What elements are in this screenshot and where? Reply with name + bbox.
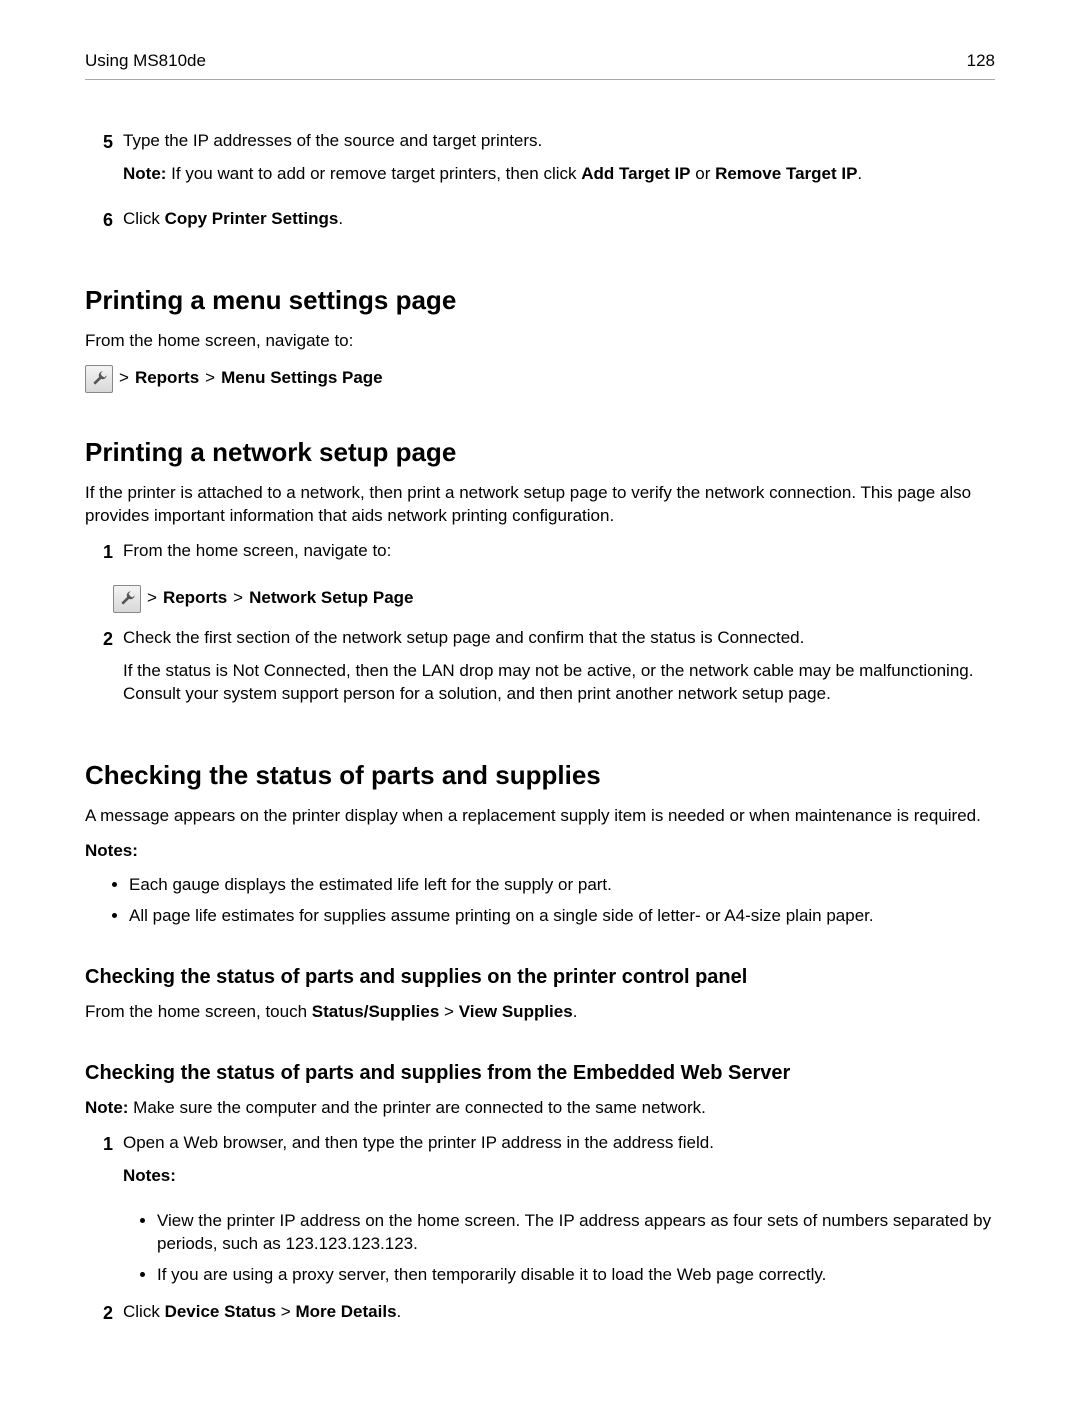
view-supplies-label: View Supplies (459, 1002, 573, 1021)
text-period: . (397, 1302, 402, 1321)
net-step-1: 1 From the home screen, navigate to: (85, 540, 995, 573)
ews-step-1: 1 Open a Web browser, and then type the … (85, 1132, 995, 1198)
path-sep: > (119, 367, 129, 390)
path-reports: Reports (135, 367, 199, 390)
notes-label: Notes: (85, 840, 995, 863)
text-period: . (573, 1002, 578, 1021)
step-body: Click Device Status > More Details. (123, 1301, 995, 1334)
step-number: 5 (85, 130, 123, 196)
page-content: 5 Type the IP addresses of the source an… (85, 80, 995, 1334)
intro-text: From the home screen, navigate to: (85, 330, 995, 353)
path-network-setup-page: Network Setup Page (249, 587, 413, 610)
step-text-line1: Check the first section of the network s… (123, 627, 995, 650)
step-text: Click Copy Printer Settings. (123, 208, 995, 231)
page-header: Using MS810de 128 (85, 50, 995, 80)
list-item: All page life estimates for supplies ass… (129, 905, 995, 928)
step-text: Click Device Status > More Details. (123, 1301, 995, 1324)
step-note: Note: If you want to add or remove targe… (123, 163, 995, 186)
note-text-2: or (691, 164, 716, 183)
remove-target-ip-label: Remove Target IP (715, 164, 857, 183)
note-text-3: . (857, 164, 862, 183)
step-number: 2 (85, 1301, 123, 1334)
note-text-1: If you want to add or remove target prin… (166, 164, 581, 183)
text-pre: From the home screen, touch (85, 1002, 312, 1021)
notes-list: View the printer IP address on the home … (85, 1210, 995, 1287)
step-number: 6 (85, 208, 123, 241)
heading-printing-network-setup: Printing a network setup page (85, 435, 995, 470)
notes-label: Notes: (123, 1165, 995, 1188)
note-text: Make sure the computer and the printer a… (128, 1098, 705, 1117)
add-target-ip-label: Add Target IP (581, 164, 690, 183)
list-item: View the printer IP address on the home … (157, 1210, 995, 1256)
note-label: Note: (85, 1098, 128, 1117)
step-number: 1 (85, 1132, 123, 1198)
intro-text: A message appears on the printer display… (85, 805, 995, 828)
list-item: Each gauge displays the estimated life l… (129, 874, 995, 897)
wrench-icon (113, 585, 141, 613)
path-menu-settings-page: Menu Settings Page (221, 367, 383, 390)
step-text-line2: If the status is Not Connected, then the… (123, 660, 995, 706)
heading-checking-status: Checking the status of parts and supplie… (85, 758, 995, 793)
step-number: 1 (85, 540, 123, 573)
step-5: 5 Type the IP addresses of the source an… (85, 130, 995, 196)
text-click: Click (123, 209, 165, 228)
more-details-label: More Details (295, 1302, 396, 1321)
ews-step-2: 2 Click Device Status > More Details. (85, 1301, 995, 1334)
step-text: Open a Web browser, and then type the pr… (123, 1132, 995, 1155)
panel-text: From the home screen, touch Status/Suppl… (85, 1001, 995, 1024)
path-sep: > (205, 367, 215, 390)
heading-checking-status-control-panel: Checking the status of parts and supplie… (85, 964, 995, 991)
text-period: . (338, 209, 343, 228)
page: Using MS810de 128 5 Type the IP addresse… (0, 0, 1080, 1406)
header-page-number: 128 (967, 50, 995, 73)
status-supplies-label: Status/Supplies (312, 1002, 440, 1021)
path-reports: Reports (163, 587, 227, 610)
intro-text: If the printer is attached to a network,… (85, 482, 995, 528)
step-body: Open a Web browser, and then type the pr… (123, 1132, 995, 1198)
path-sep: > (439, 1002, 458, 1021)
heading-printing-menu-settings: Printing a menu settings page (85, 283, 995, 318)
step-body: From the home screen, navigate to: (123, 540, 995, 573)
device-status-label: Device Status (165, 1302, 277, 1321)
ews-note: Note: Make sure the computer and the pri… (85, 1097, 995, 1120)
path-sep: > (276, 1302, 295, 1321)
text-click: Click (123, 1302, 165, 1321)
navigation-path: > Reports > Network Setup Page (113, 585, 995, 613)
path-sep: > (147, 587, 157, 610)
step-body: Type the IP addresses of the source and … (123, 130, 995, 196)
net-step-2: 2 Check the first section of the network… (85, 627, 995, 716)
step-6: 6 Click Copy Printer Settings. (85, 208, 995, 241)
list-item: If you are using a proxy server, then te… (157, 1264, 995, 1287)
copy-printer-settings-label: Copy Printer Settings (165, 209, 339, 228)
step-text: Type the IP addresses of the source and … (123, 130, 995, 153)
note-label: Note: (123, 164, 166, 183)
notes-list: Each gauge displays the estimated life l… (85, 874, 995, 928)
header-left: Using MS810de (85, 50, 206, 73)
step-number: 2 (85, 627, 123, 716)
step-text: From the home screen, navigate to: (123, 540, 995, 563)
wrench-icon (85, 365, 113, 393)
path-sep: > (233, 587, 243, 610)
heading-checking-status-ews: Checking the status of parts and supplie… (85, 1060, 995, 1087)
navigation-path: > Reports > Menu Settings Page (85, 365, 995, 393)
step-body: Click Copy Printer Settings. (123, 208, 995, 241)
step-body: Check the first section of the network s… (123, 627, 995, 716)
